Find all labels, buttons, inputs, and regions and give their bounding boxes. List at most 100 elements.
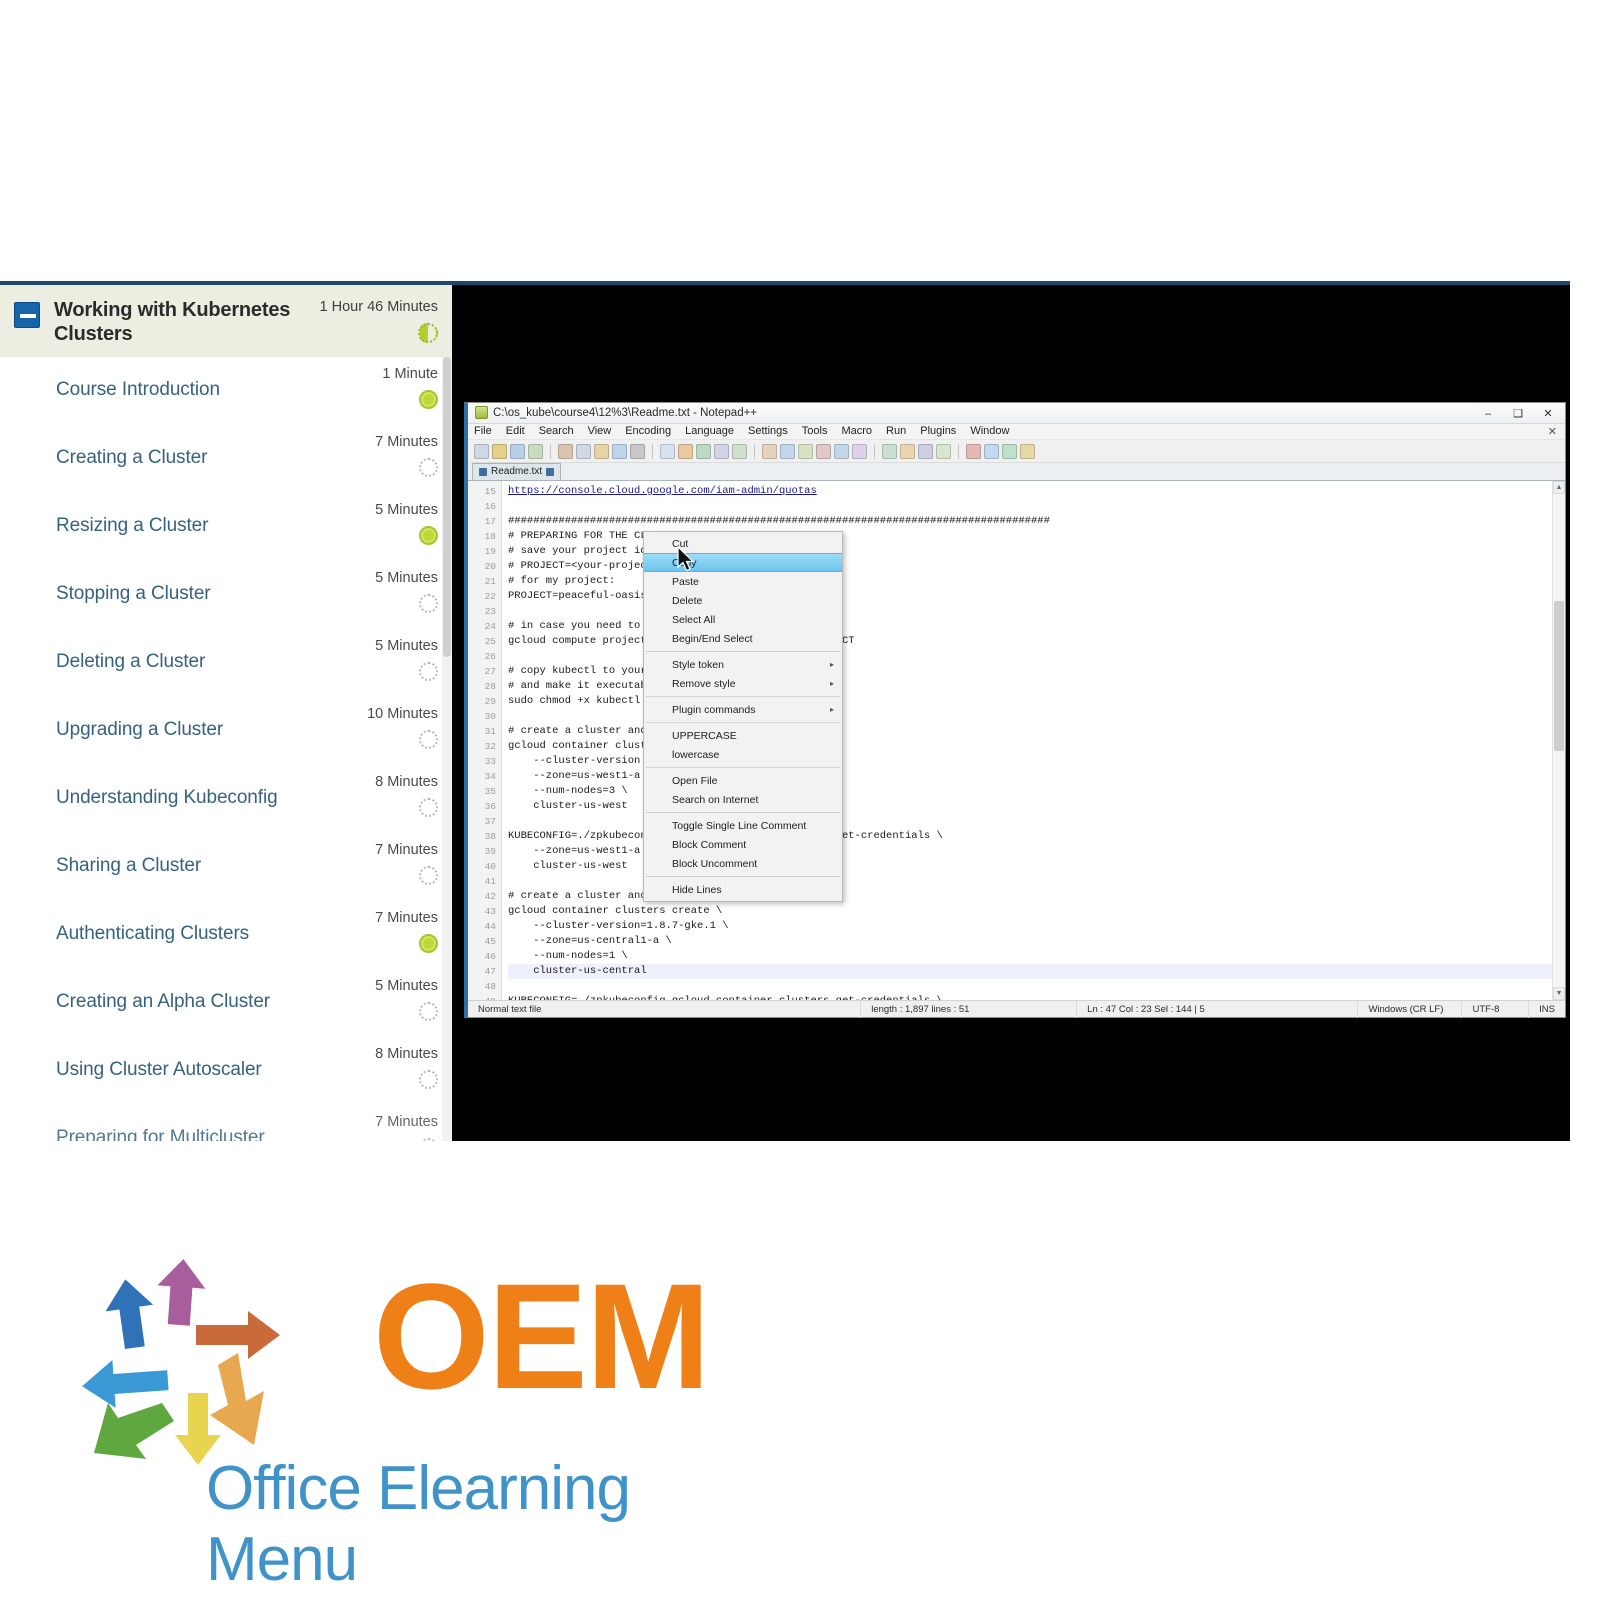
lesson-title[interactable]: Using Cluster Autoscaler [56,1059,318,1082]
menu-run[interactable]: Run [886,425,906,437]
lesson-item[interactable]: Creating a Cluster 7 Minutes [0,425,452,493]
toolbar-button-28[interactable] [1020,443,1035,459]
context-menu-item-remove-style[interactable]: Remove style ▸ [644,674,842,693]
editor-scrollbar-thumb[interactable] [1554,600,1564,751]
context-menu-item-select-all[interactable]: Select All [644,610,842,629]
context-menu-item-plugin-commands[interactable]: Plugin commands ▸ [644,700,842,719]
code-line[interactable] [508,979,1565,994]
text-editor[interactable]: 15 16 17 18 19 20 21 22 23 24 25 26 27 28 29 30 31 32 33 34… [468,480,1565,1000]
lesson-title[interactable]: Upgrading a Cluster [56,719,318,742]
context-menu-item-begin-end-select[interactable]: Begin/End Select [644,629,842,648]
selected-code-text[interactable]: cluster-us-central [508,965,646,977]
toolbar-button-22[interactable] [900,443,915,459]
menu-tools[interactable]: Tools [802,425,828,437]
selected-code-text[interactable]: gcloud container clusters create \ [508,905,722,917]
code-line[interactable]: gcloud container clusters create \ [508,904,1565,919]
lesson-title[interactable]: Course Introduction [56,379,318,402]
lesson-title[interactable]: Deleting a Cluster [56,651,318,674]
toolbar-button-18[interactable] [816,443,831,459]
toolbar-button-16[interactable] [780,443,795,459]
scroll-up-icon[interactable]: ▲ [1553,480,1565,494]
lesson-title[interactable]: Authenticating Clusters [56,923,318,946]
code-url-link[interactable]: https://console.cloud.google.com/iam-adm… [508,485,817,497]
editor-vertical-scrollbar[interactable]: ▲ ▼ [1552,480,1565,1000]
context-menu-item-lowercase[interactable]: lowercase [644,745,842,764]
context-menu-item-paste[interactable]: Paste [644,572,842,591]
toolbar-button-14[interactable] [732,443,747,459]
toolbar-button-2[interactable] [492,443,507,459]
toolbar-button-26[interactable] [984,443,999,459]
code-line[interactable] [508,499,1565,514]
menu-view[interactable]: View [588,425,612,437]
document-tab-readme[interactable]: Readme.txt [472,462,562,480]
menu-window[interactable]: Window [970,425,1009,437]
lesson-item[interactable]: Creating an Alpha Cluster 5 Minutes [0,969,452,1037]
toolbar-button-24[interactable] [936,443,951,459]
maximize-icon[interactable]: ❑ [1503,403,1533,425]
toolbar-button-10[interactable] [660,443,675,459]
lesson-item[interactable]: Stopping a Cluster 5 Minutes [0,561,452,629]
toolbar-button-13[interactable] [714,443,729,459]
code-line[interactable]: ########################################… [508,514,1565,529]
selected-code-text[interactable]: --cluster-version=1.8.7-gke.1 \ [508,920,728,932]
lesson-title[interactable]: Creating an Alpha Cluster [56,991,318,1014]
editor-context-menu[interactable]: CutCopy Paste Delete Select All Begin/End Se… [643,531,843,902]
menu-language[interactable]: Language [685,425,734,437]
sidebar-scrollbar[interactable] [442,357,452,1141]
toolbar-button-8[interactable] [612,443,627,459]
lesson-item[interactable]: Course Introduction 1 Minute [0,357,452,425]
lesson-title[interactable]: Stopping a Cluster [56,583,318,606]
context-menu-item-style-token[interactable]: Style token ▸ [644,655,842,674]
code-line[interactable]: --zone=us-central1-a \ [508,934,1565,949]
toolbar-button-3[interactable] [510,443,525,459]
toolbar-button-25[interactable] [966,443,981,459]
context-menu-item-toggle-single-line-comment[interactable]: Toggle Single Line Comment [644,816,842,835]
lesson-item[interactable]: Sharing a Cluster 7 Minutes [0,833,452,901]
code-line[interactable]: KUBECONFIG=./zpkubeconfig gcloud contain… [508,994,1565,1000]
lesson-item[interactable]: Authenticating Clusters 7 Minutes [0,901,452,969]
context-menu-item-open-file[interactable]: Open File [644,771,842,790]
context-menu-item-block-uncomment[interactable]: Block Uncomment [644,854,842,873]
window-controls[interactable]: – ❑ ✕ [1473,403,1563,425]
lesson-item[interactable]: Upgrading a Cluster 10 Minutes [0,697,452,765]
menu-file[interactable]: File [474,425,492,437]
menu-edit[interactable]: Edit [506,425,525,437]
close-icon[interactable]: ✕ [1533,403,1563,425]
video-player-stage[interactable]: C:\os_kube\course4\12%3\Readme.txt - Not… [452,281,1570,1141]
menu-macro[interactable]: Macro [841,425,872,437]
menu-search[interactable]: Search [539,425,574,437]
tab-close-icon[interactable] [546,467,555,476]
selected-code-text[interactable]: --zone=us-central1-a \ [508,935,672,947]
lesson-item[interactable]: Deleting a Cluster 5 Minutes [0,629,452,697]
toolbar-button-6[interactable] [576,443,591,459]
code-line[interactable]: https://console.cloud.google.com/iam-adm… [508,484,1565,499]
context-menu-item-uppercase[interactable]: UPPERCASE [644,726,842,745]
lesson-item[interactable]: Using Cluster Autoscaler 8 Minutes [0,1037,452,1105]
lesson-item[interactable]: Resizing a Cluster 5 Minutes [0,493,452,561]
lesson-title[interactable]: Understanding Kubeconfig [56,787,318,810]
notepad-menubar[interactable]: File Edit Search View Encoding Language Settin… [468,423,1565,441]
menu-plugins[interactable]: Plugins [920,425,956,437]
toolbar-button-5[interactable] [558,443,573,459]
context-menu-item-block-comment[interactable]: Block Comment [644,835,842,854]
code-line[interactable]: --num-nodes=1 \ [508,949,1565,964]
toolbar-button-9[interactable] [630,443,645,459]
lesson-item[interactable]: Preparing for Multicluster 7 Minutes [0,1105,452,1141]
toolbar-button-15[interactable] [762,443,777,459]
menu-encoding[interactable]: Encoding [625,425,671,437]
toolbar-button-23[interactable] [918,443,933,459]
minimize-icon[interactable]: – [1473,403,1503,425]
toolbar-button-19[interactable] [834,443,849,459]
context-menu-item-cut[interactable]: Cut [644,534,842,553]
scroll-down-icon[interactable]: ▼ [1553,987,1565,1000]
sidebar-scrollbar-thumb[interactable] [443,357,451,657]
minus-square-icon[interactable] [14,302,40,328]
toolbar-button-20[interactable] [852,443,867,459]
close-document-icon[interactable]: ✕ [1548,425,1557,438]
menu-settings[interactable]: Settings [748,425,788,437]
code-line[interactable]: cluster-us-central [508,963,1565,979]
lesson-item[interactable]: Understanding Kubeconfig 8 Minutes [0,765,452,833]
context-menu-item-delete[interactable]: Delete [644,591,842,610]
context-menu-item-hide-lines[interactable]: Hide Lines [644,880,842,899]
selected-code-text[interactable]: --num-nodes=1 \ [508,950,628,962]
